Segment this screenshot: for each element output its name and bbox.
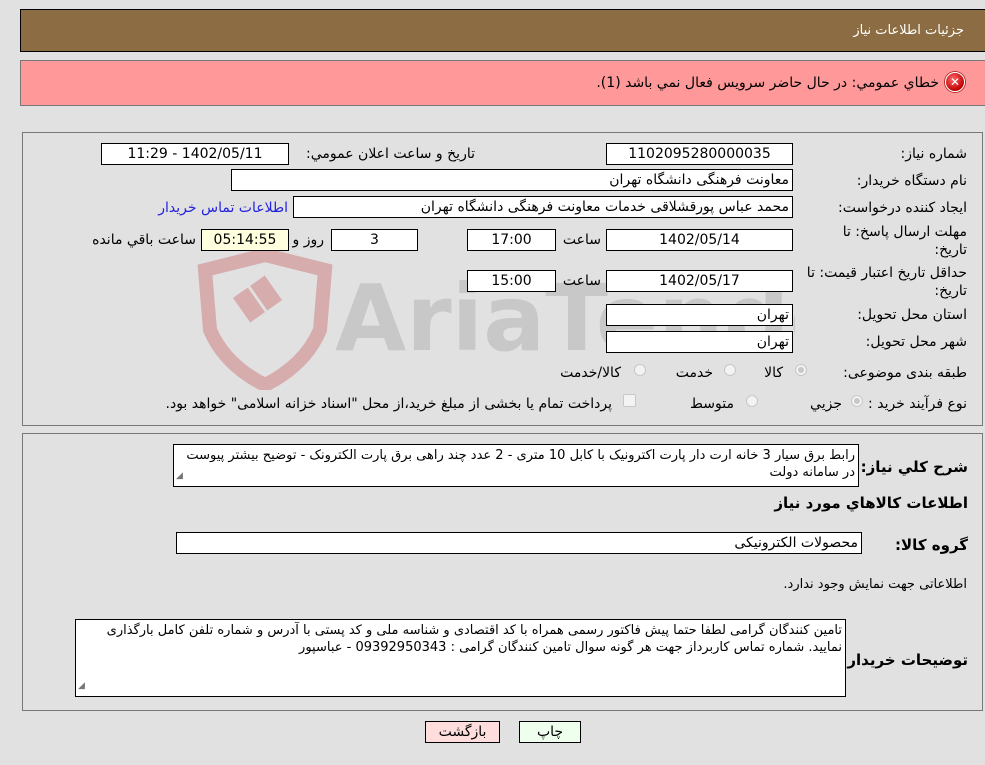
page-header: جزئيات اطلاعات نياز bbox=[20, 9, 985, 52]
page-title: جزئيات اطلاعات نياز bbox=[853, 23, 964, 38]
resize-grip-icon[interactable]: ◢ bbox=[78, 678, 85, 695]
process-radio-medium[interactable] bbox=[746, 395, 758, 407]
error-message: خطاي عمومي: در حال حاضر سرويس فعال نمي ب… bbox=[596, 75, 939, 91]
days-label: روز و bbox=[292, 232, 325, 248]
response-time-label: ساعت bbox=[562, 232, 601, 248]
process-option-medium: متوسط bbox=[690, 396, 734, 412]
category-radio-service[interactable] bbox=[724, 364, 736, 376]
price-validity-date: 1402/05/17 bbox=[606, 270, 793, 292]
goods-info-title: اطلاعات کالاهاي مورد نياز bbox=[774, 494, 968, 512]
price-validity-time: 15:00 bbox=[467, 270, 556, 292]
category-option-service: خدمت bbox=[675, 365, 713, 381]
buyer-notes-textarea[interactable]: تامین کنندگان گرامی لطفا حتما پیش فاکتور… bbox=[75, 619, 846, 697]
category-option-goods: کالا bbox=[764, 365, 783, 381]
description-text: رابط برق سیار 3 خانه ارت دار پارت اکترون… bbox=[186, 448, 855, 480]
remaining-time-field: 05:14:55 bbox=[201, 229, 289, 251]
response-deadline-label: مهلت ارسال پاسخ: تا تاريخ: bbox=[842, 224, 967, 258]
error-banner: ✕ خطاي عمومي: در حال حاضر سرويس فعال نمي… bbox=[20, 60, 985, 106]
buyer-org-label: نام دستگاه خريدار: bbox=[856, 173, 967, 189]
print-button[interactable]: چاپ bbox=[519, 721, 581, 743]
treasury-bonds-label: پرداخت تمام يا بخشی از مبلغ خريد،از محل … bbox=[165, 396, 612, 412]
buyer-notes-text: تامین کنندگان گرامی لطفا حتما پیش فاکتور… bbox=[106, 623, 842, 655]
delivery-province-label: استان محل تحويل: bbox=[857, 307, 967, 323]
category-option-goods-service: کالا/خدمت bbox=[560, 365, 621, 381]
price-time-label: ساعت bbox=[562, 273, 601, 289]
creator-field: محمد عباس پورقشلاقی خدمات معاونت فرهنگی … bbox=[293, 196, 793, 218]
category-radio-goods[interactable] bbox=[795, 364, 807, 376]
delivery-city-label: شهر محل تحويل: bbox=[865, 334, 967, 350]
announce-datetime-field: 1402/05/11 - 11:29 bbox=[101, 143, 289, 165]
delivery-province-field: تهران bbox=[606, 304, 793, 326]
buyer-notes-label: توضيحات خريدار: bbox=[841, 651, 968, 669]
description-textarea[interactable]: رابط برق سیار 3 خانه ارت دار پارت اکترون… bbox=[173, 444, 859, 487]
error-icon: ✕ bbox=[945, 72, 965, 92]
buyer-org-field: معاونت فرهنگی دانشگاه تهران bbox=[231, 169, 793, 191]
no-data-text: اطلاعاتی جهت نمايش وجود ندارد. bbox=[783, 577, 967, 592]
category-label: طبقه بندی موضوعی: bbox=[843, 365, 967, 381]
purchase-process-label: نوع فرآيند خريد : bbox=[868, 396, 967, 412]
goods-group-label: گروه کالا: bbox=[895, 536, 968, 554]
category-radio-goods-service[interactable] bbox=[634, 364, 646, 376]
remaining-label: ساعت باقي مانده bbox=[92, 232, 196, 248]
creator-label: ايجاد کننده درخواست: bbox=[838, 200, 967, 216]
process-option-minor: جزيي bbox=[810, 396, 842, 412]
process-radio-minor[interactable] bbox=[851, 395, 863, 407]
resize-grip-icon[interactable]: ◢ bbox=[176, 468, 183, 485]
back-button[interactable]: بازگشت bbox=[425, 721, 500, 743]
treasury-bonds-checkbox[interactable] bbox=[623, 394, 636, 407]
description-label: شرح کلي نياز: bbox=[860, 458, 968, 476]
need-number-label: شماره نياز: bbox=[900, 146, 968, 162]
need-number-field: 1102095280000035 bbox=[606, 143, 793, 165]
price-validity-label: حداقل تاريخ اعتبار قيمت: تا تاريخ: bbox=[806, 265, 967, 299]
delivery-city-field: تهران bbox=[606, 331, 793, 353]
remaining-days-field: 3 bbox=[331, 229, 418, 251]
announce-datetime-label: تاريخ و ساعت اعلان عمومي: bbox=[306, 146, 475, 162]
buyer-contact-link[interactable]: اطلاعات تماس خريدار bbox=[158, 200, 288, 216]
response-deadline-date: 1402/05/14 bbox=[606, 229, 793, 251]
response-deadline-time: 17:00 bbox=[467, 229, 556, 251]
goods-group-field: محصولات الکترونیکی bbox=[176, 532, 862, 554]
